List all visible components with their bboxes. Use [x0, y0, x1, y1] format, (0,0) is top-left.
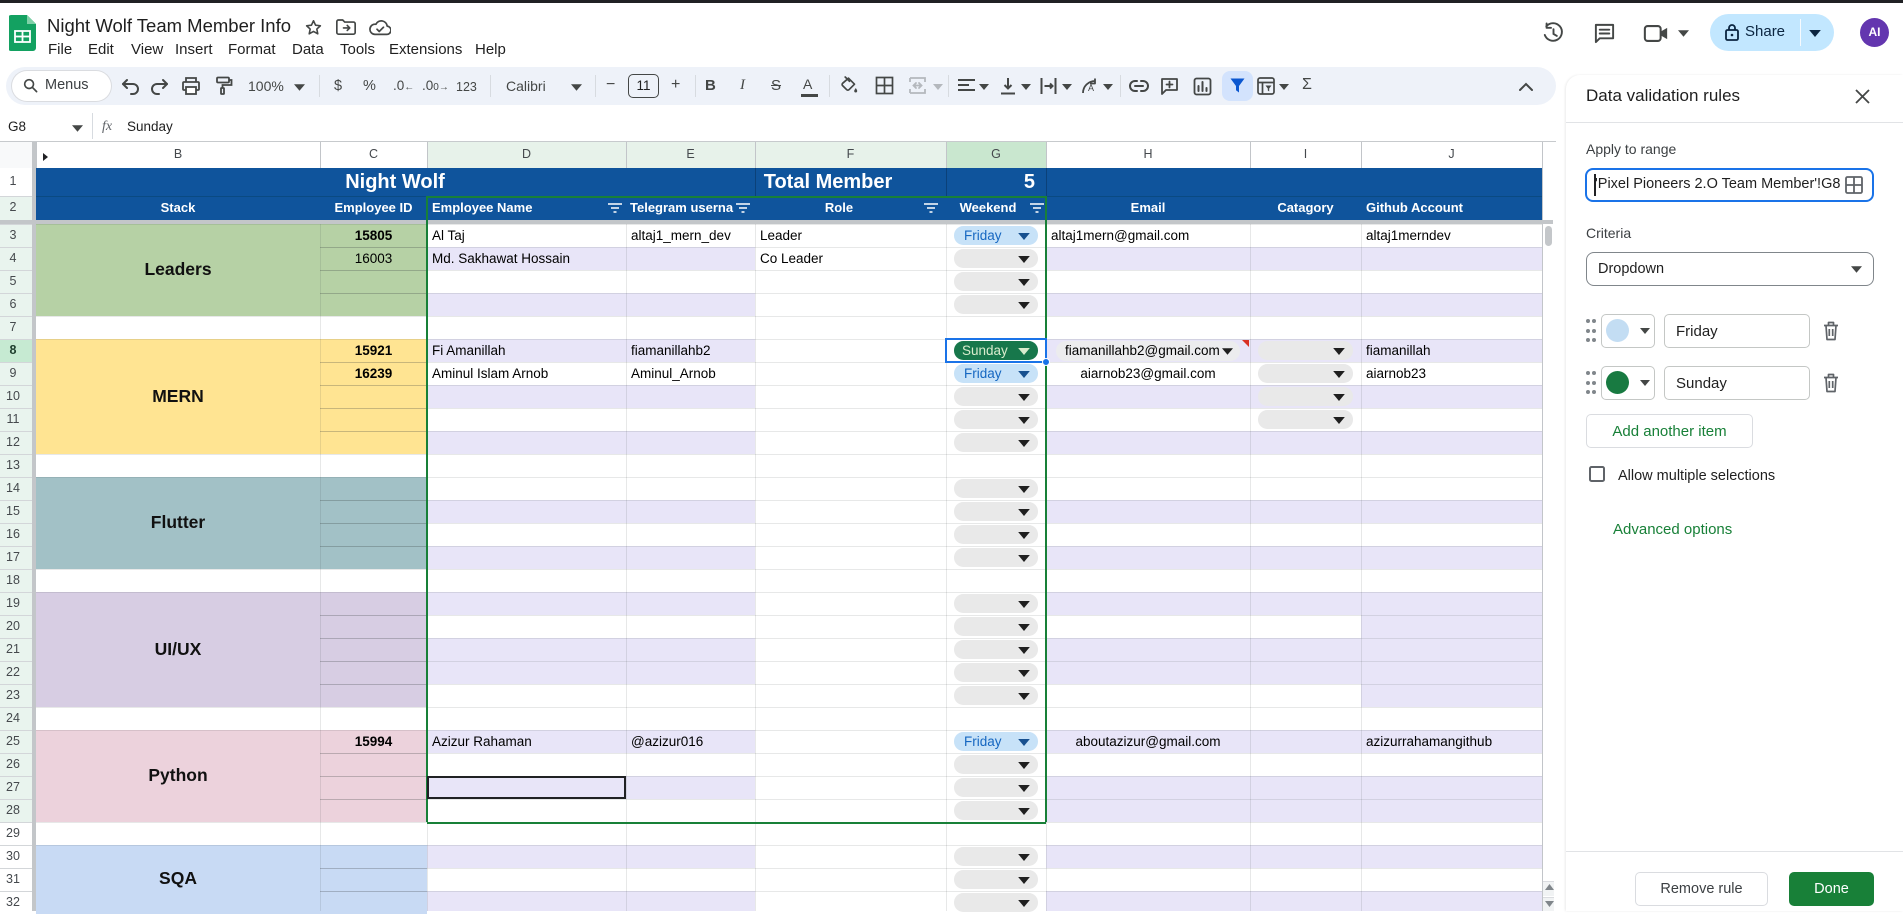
svg-text:A: A [1088, 83, 1094, 93]
